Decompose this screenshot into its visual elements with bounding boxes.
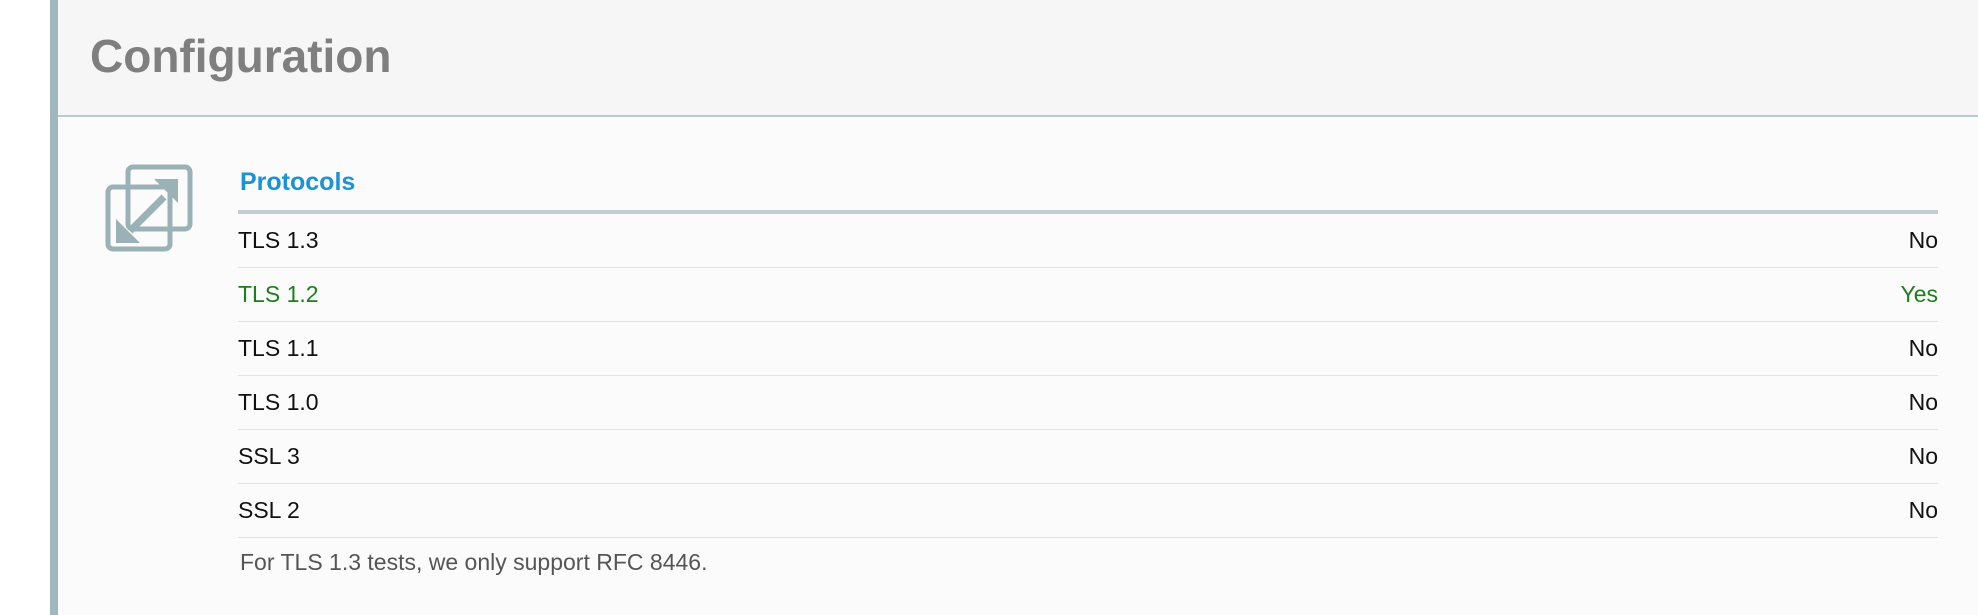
protocol-row-ssl-3: SSL 3 No (238, 430, 1938, 484)
protocol-name: SSL 3 (238, 443, 300, 469)
protocols-section: Protocols TLS 1.3 No TLS 1.2 Yes TLS 1.1… (238, 160, 1938, 577)
protocol-row-tls-1-1: TLS 1.1 No (238, 322, 1938, 376)
page-title: Configuration (90, 30, 392, 82)
left-accent-rule (50, 0, 58, 615)
protocol-support-value: Yes (1900, 281, 1938, 307)
protocol-name: TLS 1.3 (238, 227, 319, 253)
protocol-row-tls-1-2: TLS 1.2 Yes (238, 268, 1938, 322)
panel-header: Configuration (58, 0, 1978, 117)
resize-arrows-icon (105, 164, 193, 252)
protocol-support-value: No (1908, 335, 1938, 361)
protocol-list: TLS 1.3 No TLS 1.2 Yes TLS 1.1 No TLS 1.… (238, 214, 1938, 538)
configuration-panel: Configuration Protocols TLS 1.3 No TLS 1… (58, 0, 1978, 615)
protocol-row-ssl-2: SSL 2 No (238, 484, 1938, 538)
protocol-support-value: No (1908, 443, 1938, 469)
protocol-support-value: No (1908, 389, 1938, 415)
protocol-support-value: No (1908, 497, 1938, 523)
protocol-row-tls-1-3: TLS 1.3 No (238, 214, 1938, 268)
protocol-name: TLS 1.2 (238, 281, 319, 307)
protocol-name: TLS 1.0 (238, 389, 319, 415)
protocol-support-value: No (1908, 227, 1938, 253)
protocol-row-tls-1-0: TLS 1.0 No (238, 376, 1938, 430)
section-title: Protocols (238, 160, 1938, 214)
footnote: For TLS 1.3 tests, we only support RFC 8… (240, 549, 708, 575)
protocol-name: TLS 1.1 (238, 335, 319, 361)
protocol-name: SSL 2 (238, 497, 300, 523)
